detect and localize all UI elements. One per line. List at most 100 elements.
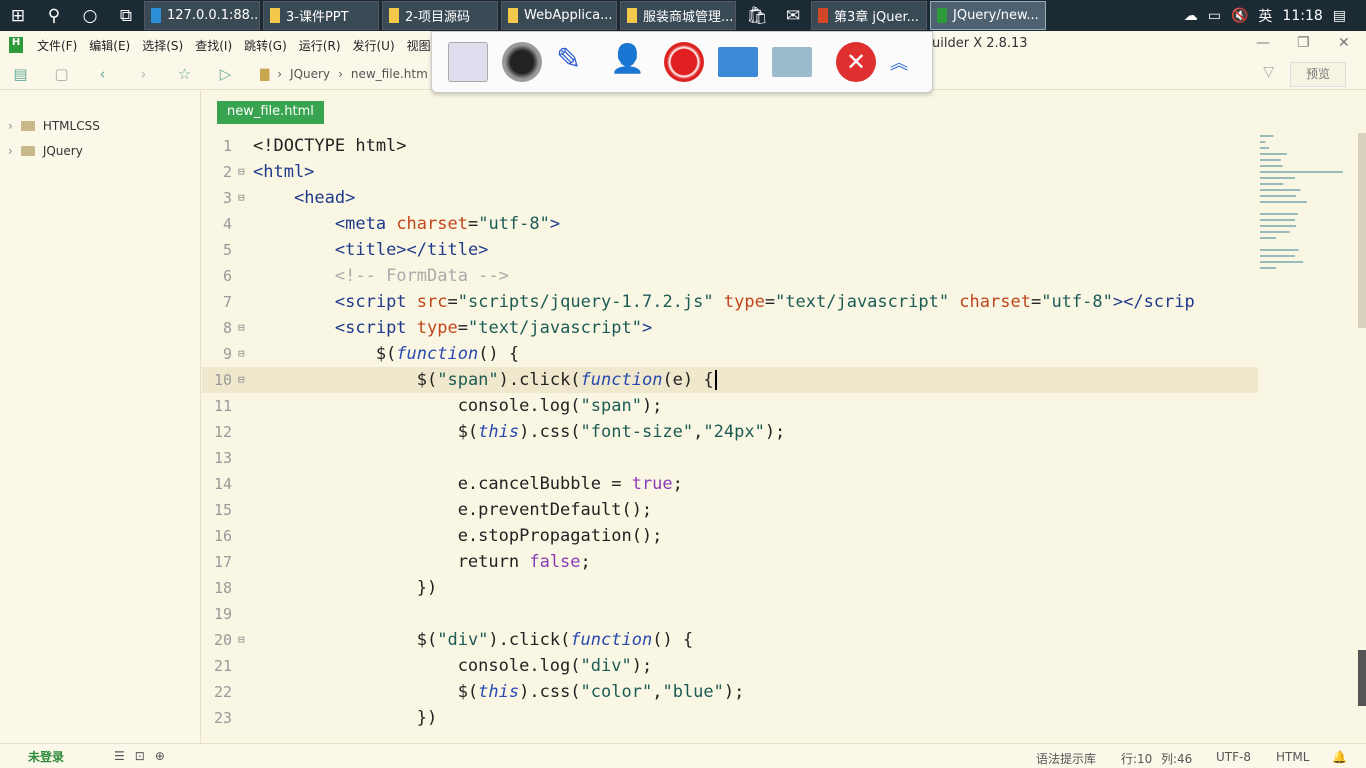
fold-toggle-icon[interactable]: ⊟ (238, 341, 245, 367)
taskbar-app[interactable]: WebApplica... (501, 1, 617, 30)
code-token: > (641, 318, 653, 338)
menu-item[interactable]: 编辑(E) (89, 37, 130, 54)
code-line: 7 <script src="scripts/jquery-1.7.2.js" … (202, 289, 1258, 315)
list-icon[interactable]: ☰ (114, 749, 125, 763)
fold-toggle-icon[interactable]: ⊟ (238, 627, 245, 653)
network-icon[interactable]: ▭ (1208, 8, 1221, 24)
volume-icon[interactable]: 🔇 (1231, 8, 1248, 24)
tab-new-file[interactable]: new_file.html (217, 101, 324, 124)
collapse-icon[interactable]: ︽ (890, 49, 908, 75)
taskbar-app[interactable]: 3-课件PPT (263, 1, 379, 30)
clock[interactable]: 11:18 (1282, 8, 1322, 24)
code-token: e.stopPropagation(); (253, 526, 663, 546)
mail-icon[interactable]: ✉ (775, 6, 811, 26)
search-icon[interactable]: ⚲ (36, 6, 72, 26)
syntax-library[interactable]: 语法提示库 (1036, 750, 1096, 767)
code-text: <meta charset="utf-8"> (253, 211, 560, 237)
scrollbar-handle[interactable] (1358, 650, 1366, 706)
code-token: $( (253, 370, 438, 390)
line-number: 12 (213, 423, 232, 441)
minimize-button[interactable]: — (1256, 35, 1270, 51)
code-token: , (693, 422, 704, 442)
fold-toggle-icon[interactable]: ⊟ (238, 315, 245, 341)
breadcrumb-item[interactable]: JQuery (290, 67, 330, 81)
menu-item[interactable]: 查找(I) (195, 37, 232, 54)
code-text: return false; (253, 549, 591, 575)
code-token: return (253, 552, 530, 572)
taskbar-app[interactable]: 127.0.0.1:88... (144, 1, 260, 30)
minimap-line (1260, 189, 1301, 191)
store-icon[interactable]: 🛍 (739, 6, 775, 26)
fold-toggle-icon[interactable]: ⊟ (238, 367, 245, 393)
chevron-right-icon: › (8, 143, 13, 158)
line-number: 10 (213, 371, 232, 389)
terminal-icon[interactable]: ⊡ (135, 749, 145, 763)
tree-item-htmlcss[interactable]: › HTMLCSS (0, 113, 200, 138)
globe-icon[interactable]: ⊕ (155, 749, 165, 763)
taskbar-app[interactable]: 第3章 jQuer... (811, 1, 927, 30)
run-icon[interactable]: ▷ (205, 65, 246, 83)
forward-icon[interactable]: › (123, 65, 164, 83)
bell-icon[interactable]: 🔔 (1332, 750, 1347, 764)
onedrive-icon[interactable]: ☁ (1184, 8, 1198, 24)
code-token: "24px" (703, 422, 765, 442)
minimap[interactable] (1258, 133, 1358, 283)
task-view-icon[interactable]: ⧉ (108, 6, 144, 26)
pencil-icon[interactable]: ✎ (556, 42, 596, 82)
vertical-scrollbar[interactable] (1358, 133, 1366, 328)
notification-icon[interactable]: ▤ (1333, 8, 1346, 24)
switch-window-icon[interactable] (448, 42, 488, 82)
screen-select-icon[interactable] (772, 47, 812, 77)
login-status[interactable]: 未登录 (28, 748, 64, 765)
menu-item[interactable]: 文件(F) (37, 37, 77, 54)
restore-button[interactable]: ❐ (1297, 35, 1310, 51)
taskbar-app[interactable]: 2-项目源码 (382, 1, 498, 30)
close-recorder-icon[interactable]: ✕ (836, 42, 876, 82)
new-file-icon[interactable]: ▤ (0, 65, 41, 83)
language-mode[interactable]: HTML (1276, 750, 1309, 764)
record-icon[interactable] (664, 42, 704, 82)
menu-item[interactable]: 视图 (407, 37, 431, 54)
code-token: console.log( (253, 656, 581, 676)
encoding[interactable]: UTF-8 (1216, 750, 1251, 764)
folder-icon (20, 120, 35, 131)
menu-item[interactable]: 选择(S) (142, 37, 183, 54)
filter-icon[interactable]: ▽ (1263, 64, 1274, 80)
line-number: 21 (213, 657, 232, 675)
hbuilder-icon (937, 8, 947, 23)
user-screen-icon[interactable]: 👤 (610, 42, 650, 82)
start-icon[interactable]: ⊞ (0, 6, 36, 26)
taskbar-app[interactable]: JQuery/new... (930, 1, 1046, 30)
save-icon[interactable]: ▢ (41, 65, 82, 83)
cortana-icon[interactable]: ○ (72, 6, 108, 26)
fold-toggle-icon[interactable]: ⊟ (238, 185, 245, 211)
breadcrumb-item[interactable]: new_file.htm (351, 67, 428, 81)
code-editor[interactable]: 1 <!DOCTYPE html> 2 ⊟ <html> 3 ⊟ <head> 4 <meta… (202, 133, 1258, 743)
menu-item[interactable]: 跳转(G) (244, 37, 287, 54)
menu-item[interactable]: 发行(U) (353, 37, 395, 54)
code-token: "span" (437, 370, 499, 390)
star-icon[interactable]: ☆ (164, 65, 205, 83)
code-token: e.cancelBubble = (253, 474, 632, 494)
fullscreen-icon[interactable] (718, 47, 758, 77)
ime-indicator[interactable]: 英 (1258, 6, 1272, 26)
back-icon[interactable]: ‹ (82, 65, 123, 83)
line-number: 3 (222, 189, 232, 207)
code-text: $(this).css("color","blue"); (253, 679, 745, 705)
taskbar-app[interactable]: 服装商城管理... (620, 1, 736, 30)
code-token: }) (253, 578, 438, 598)
tree-item-jquery[interactable]: › JQuery (0, 138, 200, 163)
fold-toggle-icon[interactable]: ⊟ (238, 159, 245, 185)
code-text: <!DOCTYPE html> (253, 133, 407, 159)
hbuilder-logo-icon: H (9, 37, 23, 53)
camera-icon[interactable] (502, 42, 542, 82)
close-button[interactable]: ✕ (1338, 35, 1350, 51)
code-line: 21 console.log("div"); (202, 653, 1258, 679)
code-token: , (652, 682, 663, 702)
menu-item[interactable]: 运行(R) (299, 37, 341, 54)
preview-button[interactable]: 预览 (1290, 62, 1346, 87)
line-number: 6 (222, 267, 232, 285)
